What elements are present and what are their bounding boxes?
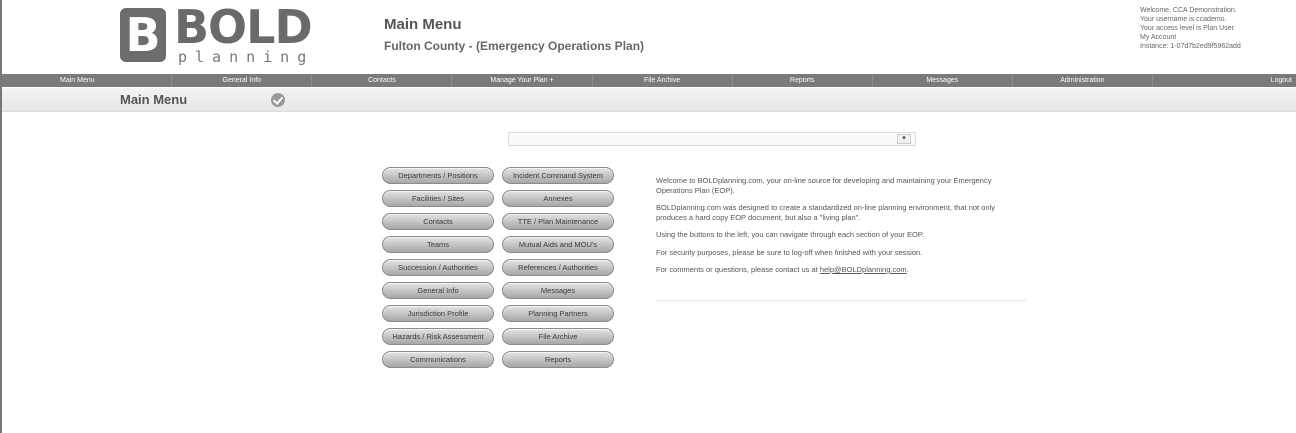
annexes-button[interactable]: Annexes	[502, 190, 614, 207]
nav-file-archive[interactable]: File Archive	[593, 74, 733, 87]
divider	[656, 300, 1026, 301]
contact-suffix: .	[906, 265, 909, 274]
header: B BOLD planning Main Menu Fulton County …	[2, 0, 1296, 72]
tte-plan-maintenance-button[interactable]: TTE / Plan Maintenance	[502, 213, 614, 230]
facilities-sites-button[interactable]: Facilities / Sites	[382, 190, 494, 207]
welcome-panel: Welcome, CCA Demonstration. Your usernam…	[1140, 6, 1288, 51]
nav-reports[interactable]: Reports	[733, 74, 873, 87]
logo-subword: planning	[178, 48, 315, 66]
succession-authorities-button[interactable]: Succession / Authorities	[382, 259, 494, 276]
communications-button[interactable]: Communications	[382, 351, 494, 368]
instance-line: Instance: 1-07d7b2ed9f5962add	[1140, 43, 1241, 50]
general-info-button[interactable]: General Info	[382, 282, 494, 299]
plan-subtitle: Fulton County - (Emergency Operations Pl…	[384, 39, 645, 53]
access-level-line: Your access level is Plan User	[1140, 25, 1234, 32]
incident-command-system-button[interactable]: Incident Command System	[502, 167, 614, 184]
intro-paragraph-2: BOLDplanning.com was designed to create …	[656, 203, 995, 222]
section-title: Main Menu	[120, 92, 188, 107]
jurisdiction-profile-button[interactable]: Jurisdiction Profile	[382, 305, 494, 322]
contact-text: For comments or questions, please contac…	[656, 265, 820, 274]
intro-paragraph-4: For security purposes, please be sure to…	[656, 247, 923, 257]
planning-partners-button[interactable]: Planning Partners	[502, 305, 614, 322]
messages-button[interactable]: Messages	[502, 282, 614, 299]
nav-logout[interactable]: Logout	[1153, 74, 1296, 87]
section-bar: Main Menu	[2, 88, 1296, 112]
username-line: Your username is ccademo.	[1140, 16, 1227, 23]
chevron-down-icon[interactable]: ▾	[897, 134, 911, 144]
welcome-line: Welcome, CCA Demonstration.	[1140, 7, 1237, 14]
teams-button[interactable]: Teams	[382, 236, 494, 253]
logo-word: BOLD	[174, 0, 313, 54]
nav-messages[interactable]: Messages	[873, 74, 1013, 87]
check-icon	[271, 93, 285, 107]
my-account-link[interactable]: My Account	[1140, 33, 1288, 42]
mutual-aids-mous-button[interactable]: Mutual Aids and MOU's	[502, 236, 614, 253]
intro-paragraph-5: For comments or questions, please contac…	[656, 265, 1026, 275]
hazards-risk-assessment-button[interactable]: Hazards / Risk Assessment	[382, 328, 494, 345]
bold-planning-logo[interactable]: B BOLD planning	[120, 4, 313, 68]
contacts-button[interactable]: Contacts	[382, 213, 494, 230]
plan-select[interactable]: ▾	[508, 132, 916, 146]
menu-button-grid: Departments / Positions Incident Command…	[382, 167, 614, 368]
page-title: Main Menu	[384, 16, 462, 33]
nav-general-info[interactable]: General Info	[172, 74, 313, 87]
nav-contacts[interactable]: Contacts	[312, 74, 453, 87]
welcome-intro: Welcome to BOLDplanning.com, your on-lin…	[656, 176, 1026, 283]
nav-manage-your-plan[interactable]: Manage Your Plan +	[452, 74, 593, 87]
logo-mark-letter: B	[125, 8, 161, 62]
reports-button[interactable]: Reports	[502, 351, 614, 368]
references-authorities-button[interactable]: References / Authorities	[502, 259, 614, 276]
nav-administration[interactable]: Administration	[1013, 74, 1153, 87]
help-email-link[interactable]: help@BOLDplanning.com	[820, 265, 907, 274]
intro-paragraph-3: Using the buttons to the left, you can n…	[656, 230, 924, 239]
file-archive-button[interactable]: File Archive	[502, 328, 614, 345]
logo-mark: B	[120, 8, 166, 62]
departments-positions-button[interactable]: Departments / Positions	[382, 167, 494, 184]
main-nav: Main Menu General Info Contacts Manage Y…	[2, 74, 1296, 87]
nav-main-menu[interactable]: Main Menu	[2, 74, 173, 87]
intro-paragraph-1: Welcome to BOLDplanning.com, your on-lin…	[656, 176, 992, 195]
